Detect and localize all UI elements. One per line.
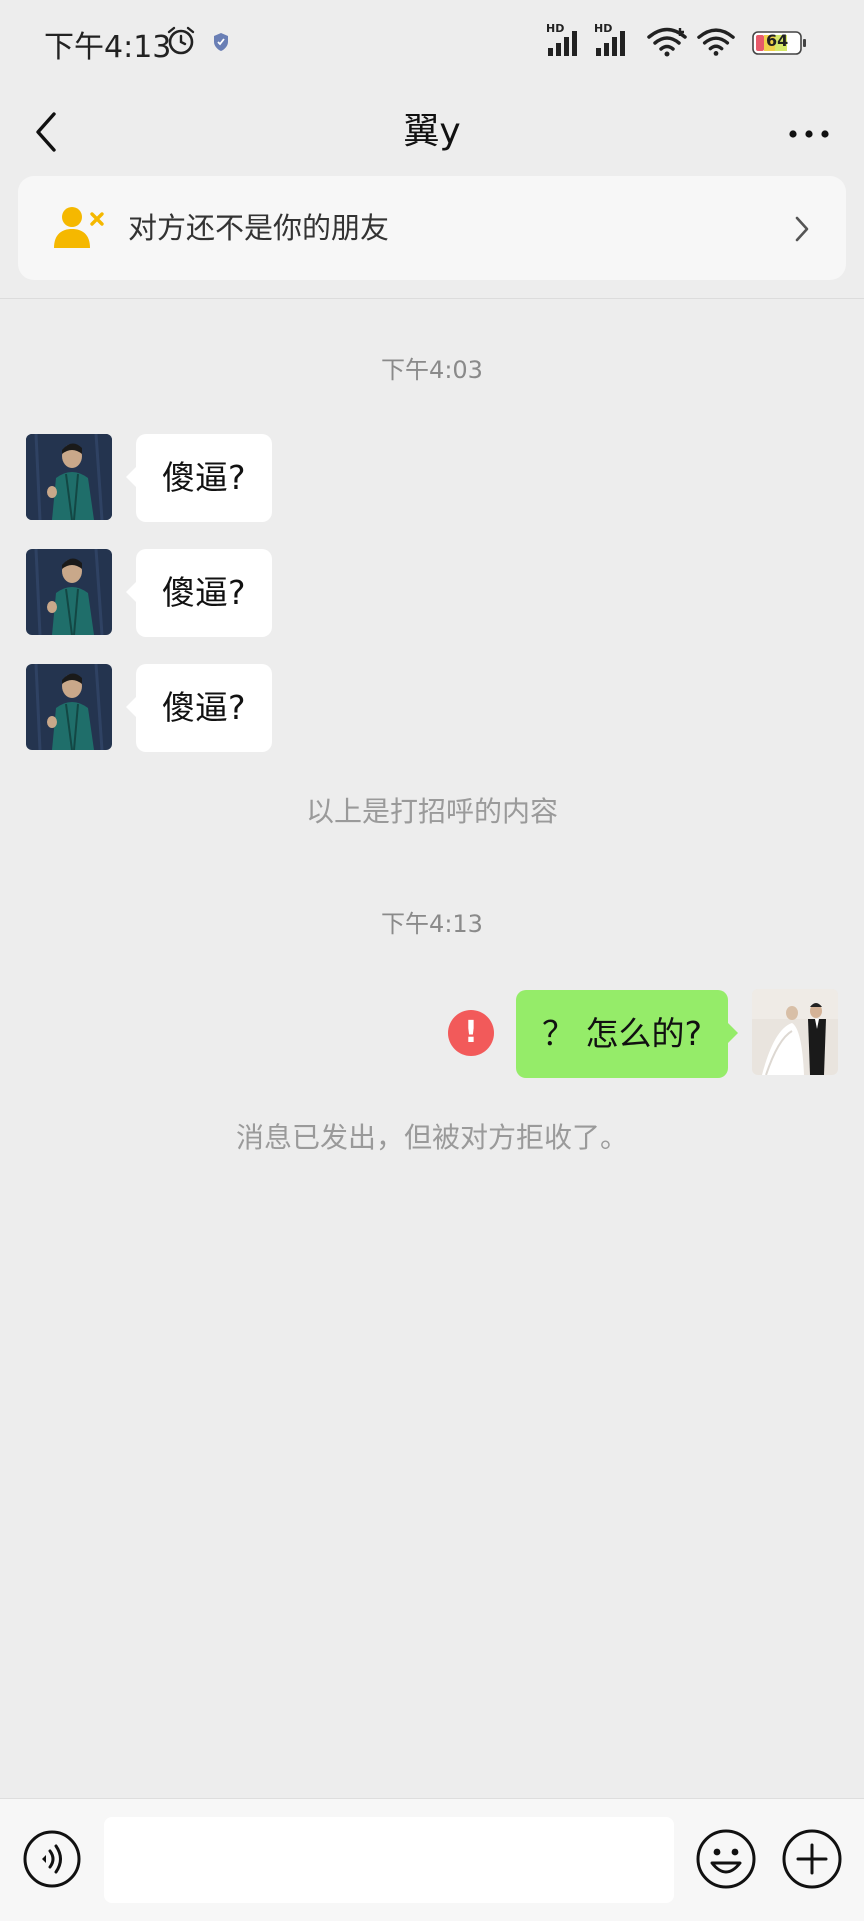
shield-icon: [214, 33, 228, 51]
contact-avatar[interactable]: [26, 664, 112, 750]
wifi-icon: [697, 28, 735, 56]
status-time: 下午4:13: [44, 30, 172, 65]
chevron-right-icon: [795, 216, 809, 242]
timestamp: 下午4:03: [381, 356, 483, 384]
status-right-icons: HD HD 64: [546, 22, 836, 62]
voice-icon[interactable]: [22, 1829, 82, 1889]
signal-icon: [548, 31, 577, 56]
incoming-message-bubble[interactable]: 傻逼?: [126, 434, 272, 522]
person-remove-icon: [54, 207, 104, 248]
not-friend-banner[interactable]: 对方还不是你的朋友: [18, 176, 846, 280]
signal-icon: [596, 31, 625, 56]
rejected-note: 消息已发出，但被对方拒收了。: [235, 1121, 628, 1154]
contact-avatar[interactable]: [26, 434, 112, 520]
my-avatar[interactable]: [752, 989, 838, 1075]
timestamp: 下午4:13: [381, 910, 483, 938]
outgoing-message-bubble[interactable]: ？ 怎么的?: [515, 990, 739, 1078]
battery-level: 64: [766, 31, 789, 50]
emoji-icon[interactable]: [694, 1827, 758, 1891]
plus-icon[interactable]: [780, 1827, 844, 1891]
alarm-icon: [167, 26, 195, 55]
incoming-message-bubble[interactable]: 傻逼?: [126, 549, 272, 637]
battery-icon: 64: [752, 30, 806, 56]
message-input[interactable]: [104, 1817, 674, 1903]
send-failed-icon[interactable]: !: [448, 1010, 494, 1056]
divider: [0, 298, 864, 299]
wifi-icon: [647, 27, 687, 57]
contact-avatar[interactable]: [26, 549, 112, 635]
banner-text: 对方还不是你的朋友: [128, 211, 390, 245]
chat-title: 翼y: [403, 111, 461, 152]
input-bar: [0, 1798, 864, 1921]
status-bar: 下午4:13 HD HD 64: [0, 0, 864, 84]
more-icon[interactable]: [784, 114, 834, 154]
title-bar: 翼y: [0, 84, 864, 184]
greeting-note: 以上是打招呼的内容: [305, 795, 558, 828]
incoming-message-bubble[interactable]: 傻逼?: [126, 664, 272, 752]
